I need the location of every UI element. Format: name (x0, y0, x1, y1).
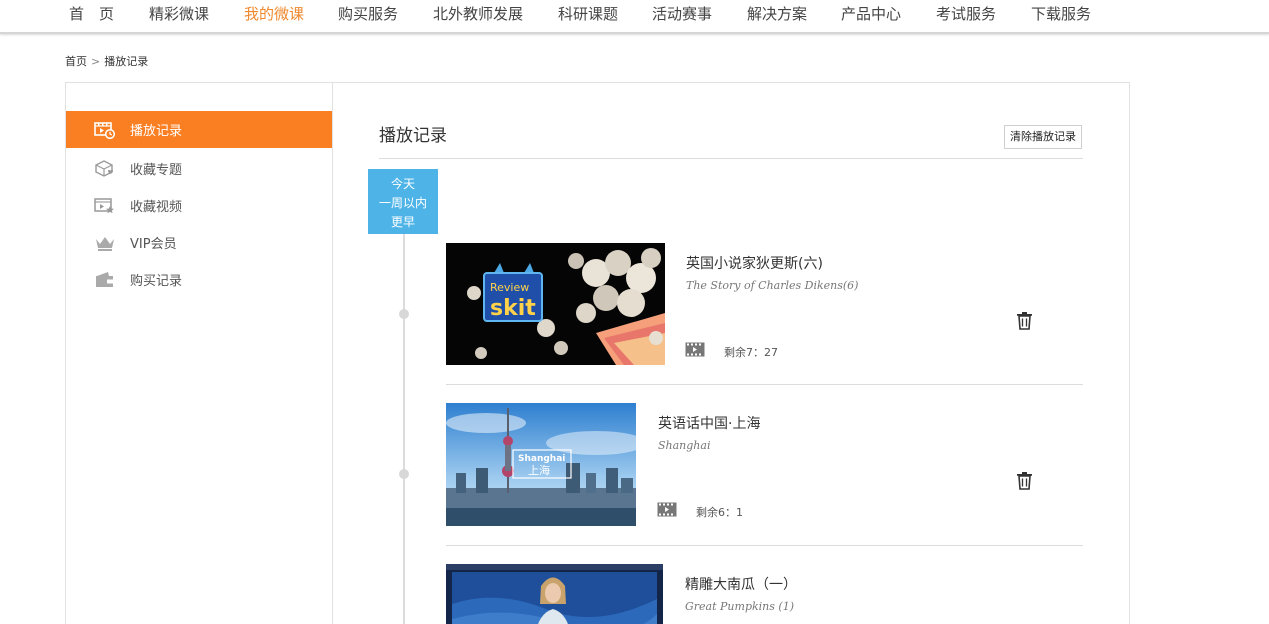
nav-home[interactable]: 首 页 (69, 3, 114, 24)
crown-icon (94, 234, 116, 252)
video-subtitle: Shanghai (658, 439, 711, 452)
video-title[interactable]: 英语话中国·上海 (658, 413, 760, 433)
sidebar-item-label: 收藏视频 (130, 200, 183, 215)
video-icon (685, 342, 705, 357)
video-subtitle: Great Pumpkins (1) (685, 600, 794, 613)
sidebar-item-vip[interactable]: VIP会员 (66, 224, 332, 261)
filter-today[interactable]: 今天 (368, 175, 438, 194)
sidebar-item-label: 收藏专题 (130, 163, 183, 178)
wallet-icon (94, 271, 116, 289)
sidebar-item-favorite-topics[interactable]: 收藏专题 (66, 150, 332, 187)
video-thumbnail[interactable]: Review skit (446, 243, 665, 365)
nav-solutions[interactable]: 解决方案 (747, 3, 807, 24)
content-frame: 播放记录 收藏专题 收藏视频 VIP会员 购买记录 播放记录 清除播放记录 今天… (65, 82, 1130, 624)
thumbnail-caption: 上海 (528, 463, 550, 477)
divider (446, 384, 1083, 385)
timeline-dot (399, 469, 409, 479)
sidebar-item-play-history[interactable]: 播放记录 (66, 111, 332, 148)
filter-earlier[interactable]: 更早 (368, 213, 438, 232)
timeline-line (403, 233, 405, 624)
sidebar-item-favorite-videos[interactable]: 收藏视频 (66, 187, 332, 224)
video-icon (657, 502, 677, 517)
clear-history-button[interactable]: 清除播放记录 (1004, 125, 1082, 149)
breadcrumb: 首页 > 播放记录 (65, 53, 148, 69)
favorite-topic-icon (94, 159, 116, 178)
nav-purchase-service[interactable]: 购买服务 (338, 3, 398, 24)
nav-research[interactable]: 科研课题 (558, 3, 618, 24)
video-thumbnail[interactable]: Shanghai 上海 (446, 403, 636, 526)
thumbnail-caption: Shanghai (518, 454, 565, 464)
nav-my-courses[interactable]: 我的微课 (244, 3, 304, 24)
breadcrumb-separator: > (91, 55, 101, 68)
favorite-video-icon (94, 197, 116, 215)
play-history-icon (94, 121, 116, 139)
remaining-time: 剩余6：1 (696, 506, 743, 519)
sidebar-item-label: 购买记录 (130, 274, 183, 289)
video-title[interactable]: 英国小说家狄更斯(六) (686, 253, 823, 273)
timeline-dot (399, 309, 409, 319)
page-title: 播放记录 (379, 126, 447, 146)
sidebar-item-purchase-history[interactable]: 购买记录 (66, 261, 332, 298)
nav-products[interactable]: 产品中心 (841, 3, 901, 24)
nav-featured-courses[interactable]: 精彩微课 (149, 3, 209, 24)
breadcrumb-current: 播放记录 (104, 55, 149, 68)
nav-exam-service[interactable]: 考试服务 (936, 3, 996, 24)
nav-events[interactable]: 活动赛事 (652, 3, 712, 24)
top-navigation: 首 页 精彩微课 我的微课 购买服务 北外教师发展 科研课题 活动赛事 解决方案… (0, 0, 1269, 34)
breadcrumb-home[interactable]: 首页 (65, 55, 87, 68)
time-filter: 今天 一周以内 更早 (368, 169, 438, 234)
remaining-time: 剩余7：27 (724, 346, 778, 359)
nav-download[interactable]: 下载服务 (1031, 3, 1091, 24)
sidebar-item-label: 播放记录 (130, 124, 183, 139)
sidebar-item-label: VIP会员 (130, 237, 177, 252)
video-title[interactable]: 精雕大南瓜（一） (685, 574, 797, 594)
video-subtitle: The Story of Charles Dikens(6) (686, 279, 859, 292)
divider (446, 545, 1083, 546)
video-thumbnail[interactable] (446, 564, 663, 624)
filter-within-week[interactable]: 一周以内 (368, 194, 438, 213)
divider (379, 158, 1083, 159)
main-panel: 播放记录 清除播放记录 今天 一周以内 更早 Review skit 英国小说家… (368, 83, 1083, 624)
thumbnail-caption: skit (490, 296, 536, 321)
delete-icon[interactable] (1016, 311, 1033, 330)
nav-teacher-development[interactable]: 北外教师发展 (433, 3, 523, 24)
thumbnail-caption: Review (490, 281, 529, 294)
delete-icon[interactable] (1016, 471, 1033, 490)
sidebar: 播放记录 收藏专题 收藏视频 VIP会员 购买记录 (66, 83, 333, 624)
